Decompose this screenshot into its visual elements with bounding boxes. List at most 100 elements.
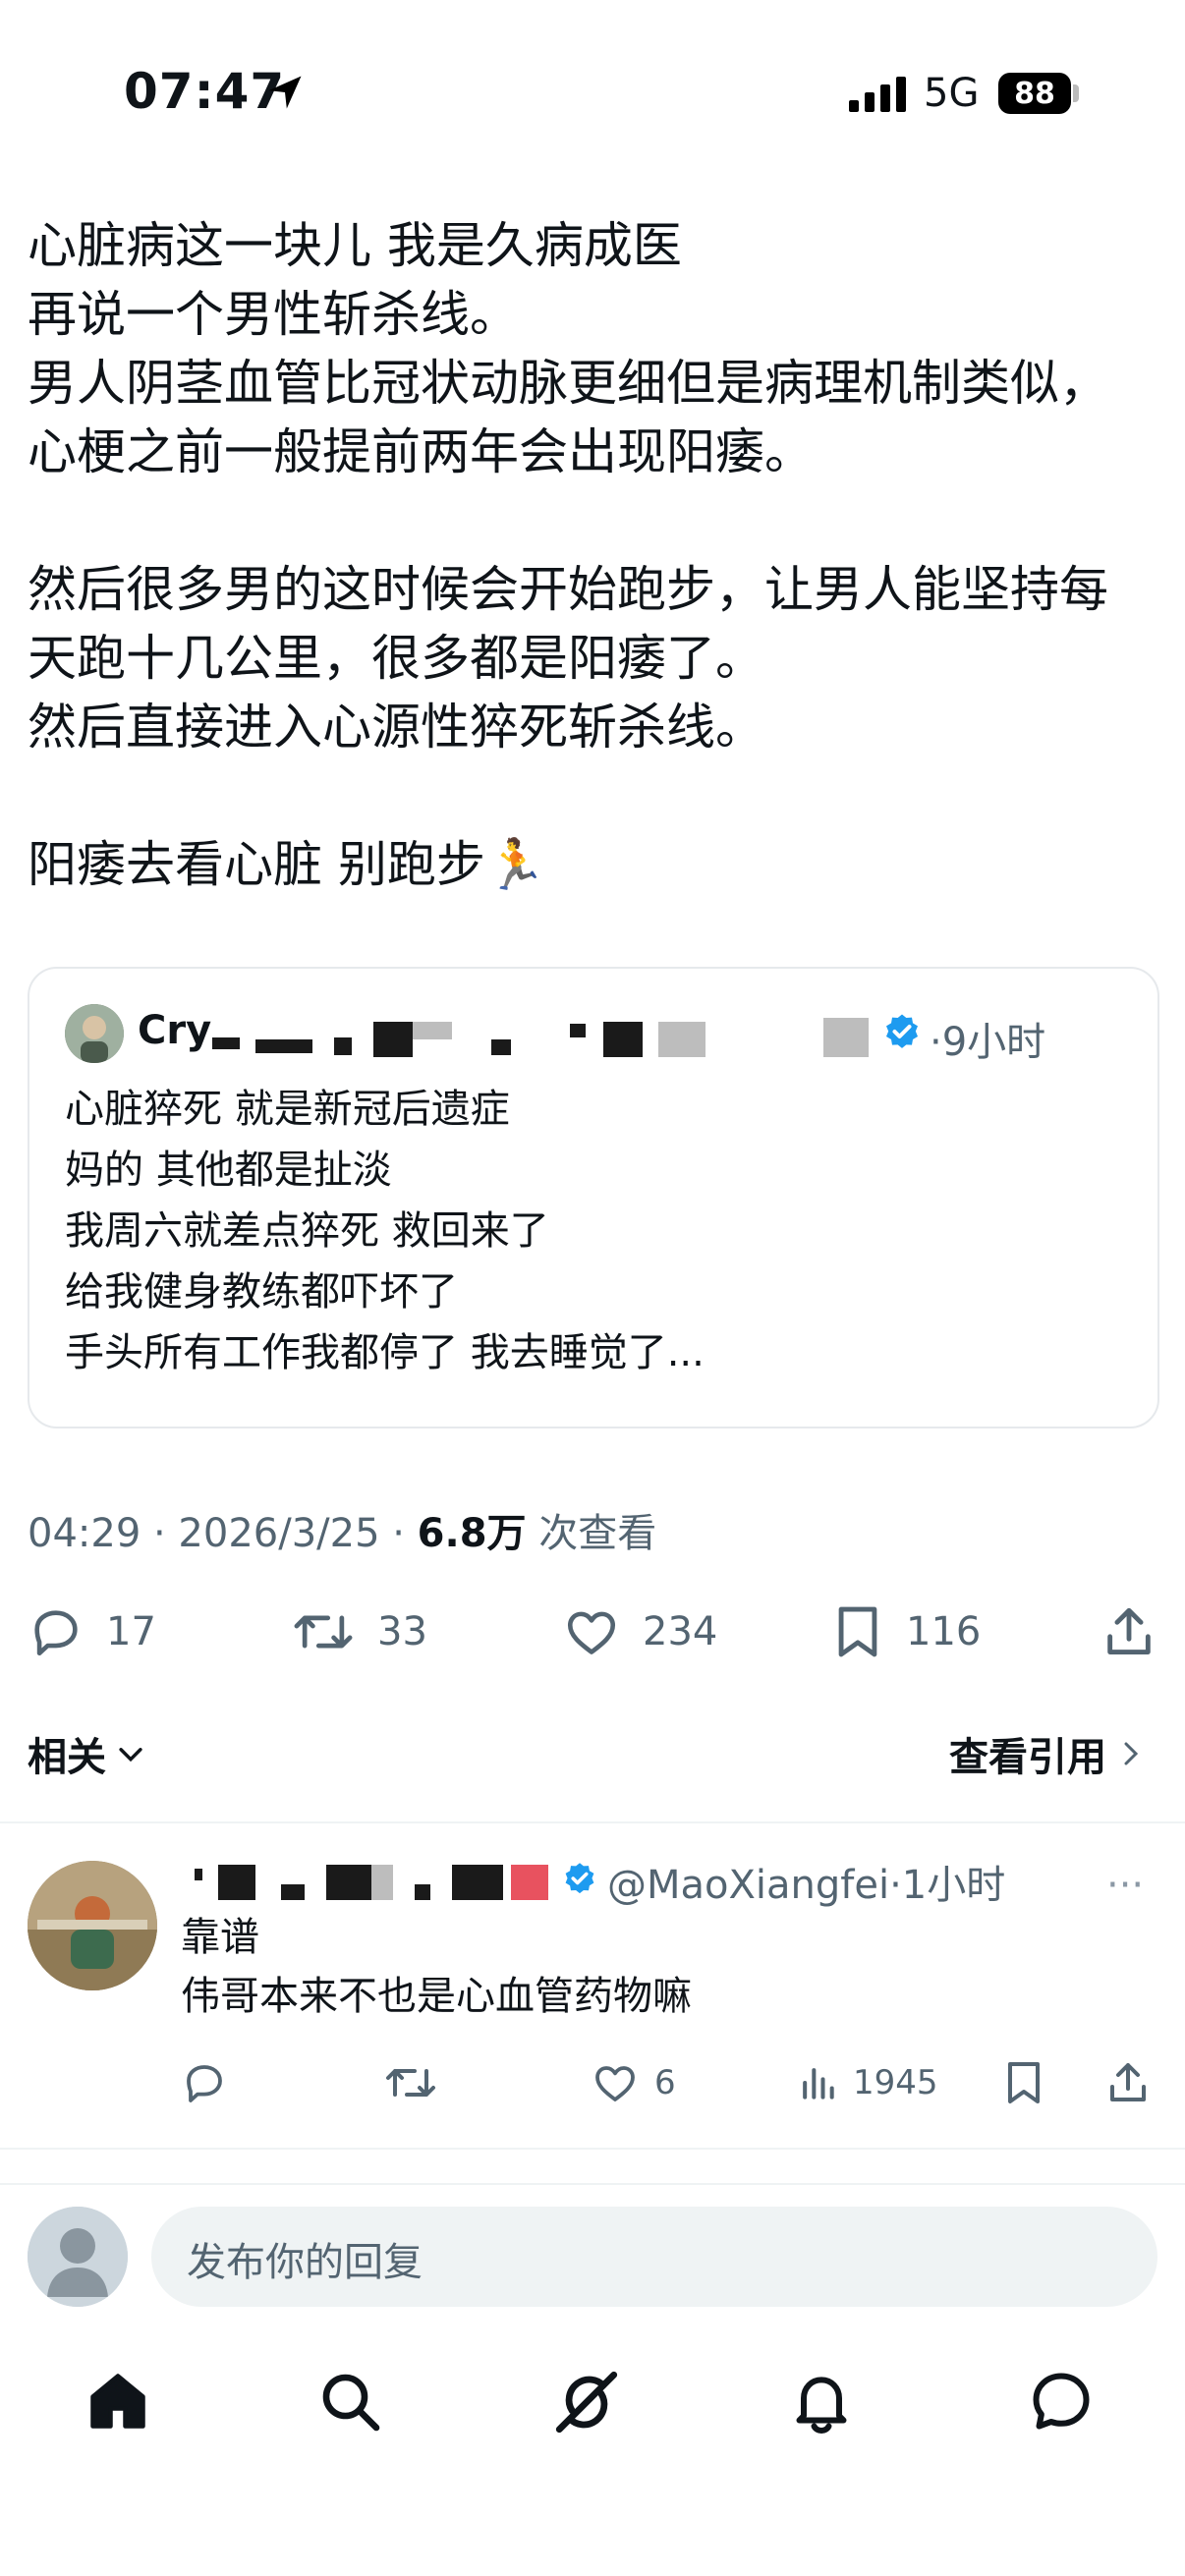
divider [0, 2148, 1185, 2150]
compose-avatar[interactable] [28, 2207, 128, 2307]
retweet-icon [291, 1603, 377, 1660]
tweet-line-gap [28, 761, 1157, 830]
tweet-timestamp: 04:29 · 2026/3/25 · [28, 1511, 418, 1556]
related-dropdown[interactable]: 相关 [28, 1725, 147, 1782]
nav-notifications[interactable] [786, 2366, 857, 2436]
bookmark-icon [831, 1603, 906, 1660]
nav-home[interactable] [83, 2366, 153, 2436]
home-icon [83, 2366, 153, 2436]
reply-retweet-button[interactable] [383, 2059, 452, 2106]
share-icon [1100, 1603, 1179, 1660]
chevron-down-icon [114, 1737, 147, 1770]
divider [0, 2183, 1185, 2185]
redaction-block [373, 1022, 413, 1057]
more-options-button[interactable]: ··· [1106, 1863, 1144, 1908]
reply-compose-box[interactable]: 发布你的回复 [151, 2207, 1157, 2307]
redaction-block [491, 1039, 511, 1055]
reply-bookmark-button[interactable] [1002, 2059, 1059, 2106]
tweet-line: 然后很多男的这时候会开始跑步，让男人能坚持每 [28, 561, 1108, 618]
verified-badge-icon [562, 1861, 597, 1896]
like-icon [590, 2059, 654, 2106]
view-quotes-link[interactable]: 查看引用 [949, 1725, 1146, 1782]
view-label: 次查看 [526, 1511, 657, 1556]
views-icon [796, 2059, 853, 2106]
related-label: 相关 [28, 1735, 106, 1780]
reply-views-button[interactable]: 1945 [796, 2059, 938, 2106]
quote-line: 手头所有工作我都停了 我去睡觉了... [65, 1330, 705, 1375]
reply-view-count: 1945 [853, 2063, 938, 2102]
tweet-line: 阳痿去看心脏 别跑步🏃 [28, 836, 547, 893]
reply-text: 靠谱 伟哥本来不也是心血管药物嘛 [181, 1908, 692, 2026]
chevron-right-icon [1116, 1737, 1146, 1770]
reply-timestamp: ·1小时 [889, 1863, 1006, 1908]
signal-icon [849, 77, 910, 112]
redaction-block [334, 1037, 352, 1055]
reply-icon [28, 1603, 106, 1660]
bookmark-button[interactable]: 116 [831, 1603, 981, 1660]
verified-badge-icon [882, 1012, 922, 1051]
redaction-block [326, 1865, 371, 1900]
reply-line: 靠谱 [181, 1915, 259, 1960]
tweet-text: 心脏病这一块儿 我是久病成医 再说一个男性斩杀线。 男人阴茎血管比冠状动脉更细但… [28, 211, 1157, 899]
view-quotes-label: 查看引用 [949, 1735, 1106, 1780]
notifications-icon [786, 2366, 857, 2436]
view-count: 6.8万 [417, 1511, 527, 1556]
tweet-line-gap [28, 486, 1157, 555]
location-arrow-icon [263, 71, 307, 114]
retweet-button[interactable]: 33 [291, 1603, 427, 1660]
reply-input-placeholder[interactable]: 发布你的回复 [187, 2230, 423, 2287]
search-icon [314, 2366, 385, 2436]
redaction-block [413, 1022, 452, 1039]
divider [0, 1821, 1185, 1823]
status-time: 07:47 [124, 63, 286, 120]
like-count: 234 [643, 1609, 718, 1654]
redaction-block [212, 1037, 240, 1049]
redaction-block [511, 1865, 548, 1900]
redaction-block [452, 1865, 503, 1900]
reply-handle-text: @MaoXiangfei [607, 1863, 890, 1908]
reply-like-button[interactable]: 6 [590, 2059, 676, 2106]
bookmark-count: 116 [906, 1609, 982, 1654]
network-label: 5G [924, 71, 980, 116]
redaction-block [823, 1018, 869, 1057]
battery-indicator: 88 [998, 73, 1071, 114]
tweet-line: 男人阴茎血管比冠状动脉更细但是病理机制类似， [28, 355, 1108, 412]
tweet-line: 心脏病这一块儿 我是久病成医 [28, 217, 682, 274]
reply-avatar[interactable] [28, 1861, 157, 1990]
quote-line: 心脏猝死 就是新冠后遗症 [65, 1087, 510, 1132]
tweet-line: 再说一个男性斩杀线。 [28, 286, 519, 343]
nav-messages[interactable] [1026, 2366, 1097, 2436]
reply-icon [181, 2059, 242, 2106]
battery-tip [1073, 84, 1079, 102]
share-button[interactable] [1100, 1603, 1179, 1660]
retweet-icon [383, 2059, 452, 2106]
like-icon [562, 1603, 643, 1660]
reply-count: 17 [106, 1609, 156, 1654]
redaction-block [371, 1865, 393, 1900]
quote-avatar[interactable] [65, 1004, 124, 1063]
quote-text: 心脏猝死 就是新冠后遗症 妈的 其他都是扯淡 我周六就差点猝死 救回来了 给我健… [65, 1079, 705, 1383]
reply-handle[interactable]: @MaoXiangfei·1小时 [607, 1853, 1005, 1910]
reply-button[interactable]: 17 [28, 1603, 156, 1660]
tweet-line: 心梗之前一般提前两年会出现阳痿。 [28, 423, 814, 480]
nav-grok[interactable] [550, 2366, 623, 2438]
quote-line: 妈的 其他都是扯淡 [65, 1148, 392, 1193]
redaction-block [658, 1022, 705, 1057]
tweet-meta: 04:29 · 2026/3/25 · 6.8万 次查看 [28, 1501, 656, 1558]
reply-share-button[interactable] [1104, 2059, 1165, 2106]
retweet-count: 33 [377, 1609, 427, 1654]
quote-line: 给我健身教练都吓坏了 [65, 1269, 458, 1315]
bookmark-icon [1002, 2059, 1059, 2106]
like-button[interactable]: 234 [562, 1603, 717, 1660]
tweet-line: 然后直接进入心源性猝死斩杀线。 [28, 699, 764, 756]
redaction-block [570, 1024, 586, 1037]
nav-search[interactable] [314, 2366, 385, 2436]
quote-line: 我周六就差点猝死 救回来了 [65, 1208, 549, 1254]
reply-reply-button[interactable] [181, 2059, 242, 2106]
quote-author-name[interactable]: Cry [138, 1008, 211, 1053]
share-icon [1104, 2059, 1165, 2106]
redaction-block [195, 1869, 202, 1880]
tweet-line: 天跑十几公里，很多都是阳痿了。 [28, 630, 764, 687]
messages-icon [1026, 2366, 1097, 2436]
redaction-block [415, 1884, 430, 1900]
